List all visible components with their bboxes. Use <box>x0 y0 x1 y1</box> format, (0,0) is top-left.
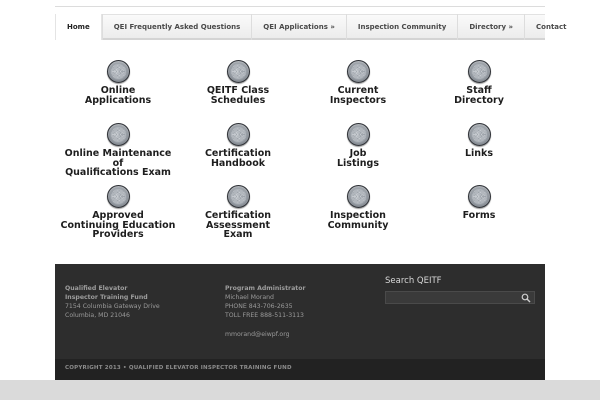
tile-online-applications[interactable]: Online Applications <box>58 60 178 105</box>
tile-label: Staff Directory <box>454 85 504 106</box>
tile-label: QEITF Class Schedules <box>206 85 270 106</box>
nav-inspection-community[interactable]: Inspection Community <box>345 13 457 40</box>
tile-label: Approved Continuing Education Providers <box>60 210 176 240</box>
button-knob-icon <box>226 123 250 146</box>
nav-applications[interactable]: QEI Applications » <box>251 13 346 40</box>
tile-staff-directory[interactable]: Staff Directory <box>419 60 539 105</box>
button-knob-icon <box>346 60 370 83</box>
footer-org-info: Qualified Elevator Inspector Training Fu… <box>65 285 160 319</box>
button-knob-icon <box>467 185 491 208</box>
footer-admin-info: Program Administrator Michael Morand PHO… <box>225 285 306 338</box>
tile-online-maintenance[interactable]: Online Maintenance of Qualifications Exa… <box>58 123 178 178</box>
button-knob-icon <box>467 123 491 146</box>
tile-label: Forms <box>462 210 496 221</box>
tile-label: Certification Assessment Exam <box>204 210 272 240</box>
tile-job-listings[interactable]: Job Listings <box>298 123 418 168</box>
top-divider <box>55 6 545 7</box>
tile-certification-handbook[interactable]: Certification Handbook <box>178 123 298 168</box>
tile-label: Certification Handbook <box>204 148 272 169</box>
button-knob-icon <box>467 60 491 83</box>
copyright-text: COPYRIGHT 2013 • QUALIFIED ELEVATOR INSP… <box>65 365 292 371</box>
admin-email-link[interactable]: mmorand@eiwpf.org <box>225 331 290 338</box>
tile-label: Inspection Community <box>327 210 389 231</box>
tile-inspection-community[interactable]: Inspection Community <box>298 185 418 230</box>
button-knob-icon <box>106 60 130 83</box>
search-icon[interactable] <box>521 293 531 303</box>
tile-current-inspectors[interactable]: Current Inspectors <box>298 60 418 105</box>
footer-bottom-bar: COPYRIGHT 2013 • QUALIFIED ELEVATOR INSP… <box>55 359 545 380</box>
search-box <box>385 291 535 311</box>
tile-label: Current Inspectors <box>329 85 387 106</box>
tile-label: Online Maintenance of Qualifications Exa… <box>64 148 172 178</box>
button-knob-icon <box>226 185 250 208</box>
tile-class-schedules[interactable]: QEITF Class Schedules <box>178 60 298 105</box>
tile-certification-assessment-exam[interactable]: Certification Assessment Exam <box>178 185 298 240</box>
nav-faq[interactable]: QEI Frequently Asked Questions <box>101 13 252 40</box>
tile-forms[interactable]: Forms <box>419 185 539 221</box>
main-nav: Home QEI Frequently Asked Questions QEI … <box>55 13 567 40</box>
tile-approved-providers[interactable]: Approved Continuing Education Providers <box>58 185 178 240</box>
button-knob-icon <box>106 123 130 146</box>
button-knob-icon <box>346 123 370 146</box>
nav-home[interactable]: Home <box>55 13 102 40</box>
nav-directory[interactable]: Directory » <box>457 13 524 40</box>
button-knob-icon <box>106 185 130 208</box>
button-knob-icon <box>346 185 370 208</box>
button-knob-icon <box>226 60 250 83</box>
tile-label: Online Applications <box>84 85 152 106</box>
nav-contact[interactable]: Contact <box>524 13 578 40</box>
tile-label: Links <box>464 148 494 159</box>
page-bottom-strip <box>0 380 600 400</box>
search-title: Search QEITF <box>385 276 442 286</box>
search-input[interactable] <box>386 300 516 311</box>
footer: Qualified Elevator Inspector Training Fu… <box>55 264 545 359</box>
tile-label: Job Listings <box>337 148 379 169</box>
tile-links[interactable]: Links <box>419 123 539 159</box>
